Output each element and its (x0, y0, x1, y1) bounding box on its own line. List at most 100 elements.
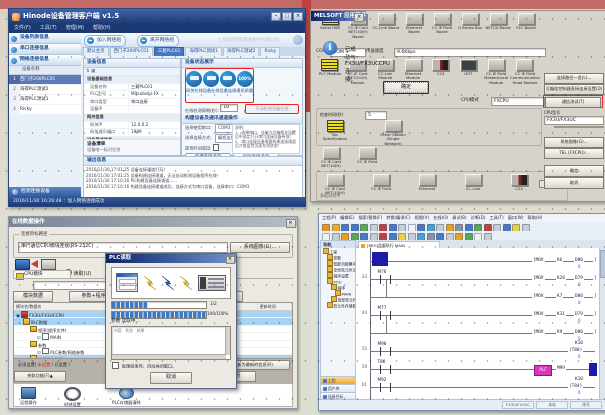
cpu-mode-field[interactable]: FXCPU (491, 97, 545, 106)
menu-item[interactable]: 工具(T) (40, 25, 57, 32)
melsoft-ok-button[interactable]: 确定 (383, 81, 429, 94)
nav-tree-item[interactable]: 软元件存储器 (321, 302, 355, 308)
cancel-button[interactable]: 取消 (544, 177, 604, 189)
menu-item[interactable]: 编辑(E) (340, 214, 354, 222)
manual-detect-button[interactable]: 手动检测设备在线 (245, 104, 299, 114)
menu-item[interactable]: 工具(T) (490, 214, 504, 222)
tel-button[interactable]: TEL (FXCPU)... (544, 148, 604, 159)
connection-list-button[interactable]: 连接路径一览(L)... (544, 73, 604, 84)
system-image-button[interactable]: 系统图像(G)... (230, 242, 290, 253)
module-q-series-bus[interactable]: Q Series Bus (456, 13, 484, 39)
module-cc-ie-cont-net-10-h-[interactable]: CC IE Cont NET/10(H) (316, 147, 346, 169)
module-plc-module[interactable]: PLC Module (316, 59, 344, 85)
module-data-button[interactable]: 模块数据 (13, 291, 53, 302)
close-icon[interactable]: × (226, 256, 235, 264)
coex-note: 多站/访问中 (320, 192, 340, 200)
minimize-button[interactable]: – (271, 12, 281, 21)
extra-toolbar-icon[interactable] (293, 35, 303, 45)
join-network-button[interactable]: 加入网络组 (84, 35, 126, 47)
menu-item[interactable]: 帮助(H) (528, 214, 543, 222)
module-cc-ie-field[interactable]: CC IE Field (352, 147, 382, 169)
plc-memory-clear-icon[interactable]: PLC存储器清除 (112, 387, 141, 406)
detect-devices-bar[interactable]: 检测连接设备 (9, 187, 92, 197)
time-monitor-checkbox[interactable] (213, 144, 220, 151)
menu-item[interactable]: 搜索/替换(F) (358, 214, 382, 222)
close-button[interactable]: × (293, 12, 303, 21)
menu-item[interactable]: 调试(B) (452, 214, 467, 222)
folder-icon (30, 341, 37, 348)
module-cc-ie-field-master-local-module[interactable]: CC IE Field Master/Local Module (482, 59, 510, 85)
device-info-toolbar[interactable]: ⇅ ▦ (84, 68, 180, 76)
scrollbar-horizontal[interactable] (112, 354, 226, 359)
instruction-src: K7 (556, 293, 563, 300)
hinode-main: 加入网络组 离开网络组 上海海得控制系统股份有限公司 默认主页西门子200PLC… (81, 33, 305, 197)
menu-item[interactable]: 帮助(H) (93, 25, 111, 32)
module-label: Q Series Bus (456, 26, 484, 30)
nav-tab-icon (323, 395, 327, 399)
auto-close-checkbox[interactable] (112, 362, 119, 369)
close-icon[interactable]: × (286, 219, 296, 228)
ok-button[interactable]: 确定 (544, 165, 604, 177)
menu-item[interactable]: 在线(O) (433, 214, 448, 222)
maximize-button[interactable]: □ (282, 12, 292, 21)
module-no-specification[interactable]: No Specification (320, 120, 350, 146)
progress-cancel-button[interactable]: 取消 (150, 372, 192, 384)
module-cc-ie-field[interactable]: CC IE Field (366, 174, 396, 196)
close-icon[interactable]: × (354, 13, 364, 22)
connection-path-field: 串行通信CPU模块连接(RS-232C) (18, 242, 228, 253)
device-row[interactable]: 2海得PLC测试2 (9, 85, 81, 95)
module-plc-board[interactable]: PLC Board (512, 13, 540, 39)
instruction-op: [MOV (532, 257, 545, 264)
module-cc-ie-field-board[interactable]: CC IE Field Board (428, 13, 456, 39)
tab-海得PLC测试2[interactable]: 海得PLC测试2 (223, 47, 260, 56)
menu-item[interactable]: 转换/编译(C) (386, 214, 410, 222)
module-ethernet[interactable]: Ethernet (412, 174, 442, 196)
tree-node-icon (335, 290, 341, 296)
plc-read-progress-dialog: PLC读取 × (105, 253, 237, 389)
tab-三菱PLC01[interactable]: 三菱PLC01 (154, 47, 185, 56)
leave-network-button[interactable]: 离开网络组 (137, 35, 179, 47)
direct-connection-button[interactable]: 可编程控制器直接连接设置(D) (544, 84, 604, 95)
pc-window-icon (116, 273, 138, 292)
module-other-station-single-network-[interactable]: Other Station (Single Network) (378, 120, 408, 146)
menu-item[interactable]: 视图(V) (415, 214, 430, 222)
baud-rate-field[interactable]: 9.6Kbps (394, 48, 546, 57)
sidebar-section-网络连接信息[interactable]: 网络连接信息 (9, 55, 81, 66)
scrollbar-vertical[interactable] (225, 327, 230, 355)
system-image-button[interactable]: 系统图像(G)... (544, 137, 604, 148)
menu-item[interactable]: 管理(M) (66, 25, 84, 32)
tree-node-icon (327, 278, 333, 284)
clock-setting-icon[interactable]: 时钟设置 (64, 387, 81, 408)
related-functions-button[interactable]: 关联功能(F)▲ (14, 371, 66, 382)
nav-tab-工程[interactable]: 工程 (321, 376, 355, 384)
device-row[interactable]: 3海得PLC测试1 (9, 95, 81, 105)
remote-operation-icon[interactable]: 远程操作 (20, 387, 37, 406)
check-time-field[interactable]: 5 (365, 111, 387, 120)
scrollbar-vertical[interactable] (599, 248, 605, 401)
sidebar-section-串口连接信息[interactable]: 串口连接信息 (9, 44, 81, 55)
device-row[interactable]: 4Ricky (9, 105, 81, 115)
module-c24[interactable]: C24 (427, 59, 455, 85)
tab-默认主页[interactable]: 默认主页 (83, 47, 109, 56)
device-row[interactable]: 1西门子200PLC01 (9, 75, 81, 85)
hinode-menubar: 文件(F) 工具(T) 管理(M) 帮助(H) (9, 24, 305, 33)
menu-item[interactable]: 工程(P) (322, 214, 336, 222)
tab-西门子200PLC01[interactable]: 西门子200PLC01 (110, 47, 153, 56)
module-cc-link[interactable]: CC-Link (458, 174, 488, 196)
menu-item[interactable]: 诊断(D) (471, 214, 486, 222)
module-ethernet-board[interactable]: Ethernet Board (400, 13, 428, 39)
sidebar-section-设备列表信息[interactable]: 设备列表信息 (9, 33, 81, 44)
module-cc-ie-field-communication-head-module[interactable]: CC IE Field Communication Head Module (510, 59, 540, 85)
menu-item[interactable]: 窗口(W) (508, 214, 524, 222)
module-got[interactable]: GOT (455, 59, 483, 85)
ladder-diagram[interactable]: [MOVK6D80]033M76[MOVK28D79]0[MOVK7D80]04… (356, 248, 600, 401)
nav-tab-用户库[interactable]: 用户库 (321, 384, 355, 392)
communication-test-button[interactable]: 通信测试(T) (545, 97, 601, 108)
module-net-ii-board[interactable]: NET(II) Board (484, 13, 512, 39)
cycle-input[interactable]: 10 (220, 104, 238, 112)
menu-item[interactable]: 文件(F) (14, 25, 31, 32)
tab-海得PLC测试1[interactable]: 海得PLC测试1 (185, 47, 222, 56)
tab-Ricky[interactable]: Ricky (260, 47, 280, 56)
module-c24[interactable]: C24 (504, 174, 534, 196)
module-cc-link-board[interactable]: CC-Link Board (372, 13, 400, 39)
